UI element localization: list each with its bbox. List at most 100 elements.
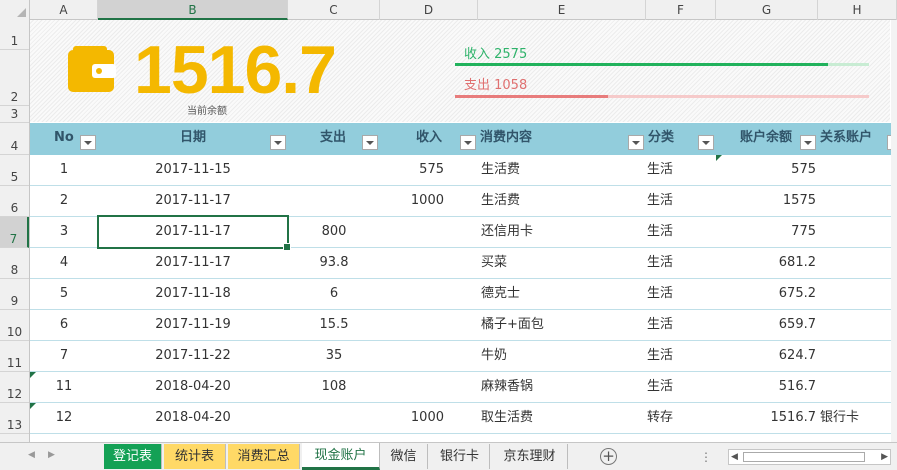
row-header-13[interactable]: 13 (0, 403, 29, 434)
cell-income[interactable]: 1000 (380, 403, 444, 433)
tab-splitter-icon[interactable]: ⋮ (700, 450, 713, 464)
cell-expense[interactable]: 15.5 (288, 310, 380, 340)
filter-dropdown-icon[interactable] (80, 135, 96, 150)
col-header-f[interactable]: F (646, 0, 716, 20)
select-all-corner[interactable] (0, 0, 30, 20)
filter-dropdown-icon[interactable] (698, 135, 714, 150)
tab-xianjinzhanghu[interactable]: 现金账户 (302, 443, 380, 470)
cell-expense[interactable]: 108 (288, 372, 380, 402)
cell-content[interactable]: 牛奶 (481, 341, 641, 371)
horizontal-scrollbar[interactable]: ◀ ▶ (728, 449, 891, 465)
tab-jingdonglicai[interactable]: 京东理财 (492, 444, 568, 469)
cell-category[interactable]: 生活 (635, 155, 685, 185)
cell-balance[interactable]: 575 (720, 155, 816, 185)
filter-dropdown-icon[interactable] (800, 135, 816, 150)
col-header-c[interactable]: C (288, 0, 380, 20)
cell-content[interactable]: 生活费 (481, 155, 641, 185)
row-header-6[interactable]: 6 (0, 186, 29, 217)
col-header-g[interactable]: G (716, 0, 818, 20)
cell-account[interactable] (820, 217, 890, 247)
tab-yinhangka[interactable]: 银行卡 (430, 444, 490, 469)
cell-content[interactable]: 还信用卡 (481, 217, 641, 247)
cell-income[interactable]: 575 (380, 155, 444, 185)
row-header-8[interactable]: 8 (0, 248, 29, 279)
row-header-7[interactable]: 7 (0, 217, 29, 248)
cell-account[interactable] (820, 310, 890, 340)
tab-weixin[interactable]: 微信 (380, 444, 428, 469)
cell-content[interactable]: 取生活费 (481, 403, 641, 433)
filter-dropdown-icon[interactable] (270, 135, 286, 150)
scroll-thumb[interactable] (743, 452, 865, 462)
cell-date[interactable]: 2017-11-22 (98, 341, 288, 371)
cell-balance[interactable]: 1516.7 (720, 403, 817, 433)
vertical-scrollbar[interactable] (891, 20, 897, 442)
cell-income[interactable]: 1000 (380, 186, 444, 216)
cell-category[interactable]: 生活 (635, 310, 685, 340)
cell-category[interactable]: 生活 (635, 341, 685, 371)
row-header-5[interactable]: 5 (0, 155, 29, 186)
cell-category[interactable]: 生活 (635, 279, 685, 309)
cell-expense[interactable]: 93.8 (288, 248, 380, 278)
cell-date[interactable]: 2017-11-19 (98, 310, 288, 340)
cell-income[interactable] (380, 310, 444, 340)
cell-expense[interactable]: 6 (288, 279, 380, 309)
cell-date[interactable]: 2017-11-17 (98, 186, 288, 216)
cell-balance[interactable]: 675.2 (720, 279, 816, 309)
cell-date[interactable]: 2018-04-20 (98, 403, 288, 433)
cell-no[interactable]: 11 (30, 372, 98, 402)
row-header-11[interactable]: 11 (0, 341, 29, 372)
cell-category[interactable]: 生活 (635, 248, 685, 278)
row-header-2[interactable]: 2 (0, 50, 29, 106)
col-header-b[interactable]: B (98, 0, 288, 20)
cell-income[interactable] (380, 372, 444, 402)
cell-account[interactable] (820, 186, 890, 216)
cell-date[interactable]: 2018-04-20 (98, 372, 288, 402)
filter-dropdown-icon[interactable] (362, 135, 378, 150)
filter-dropdown-icon[interactable] (460, 135, 476, 150)
tab-xiaofeihuizong[interactable]: 消费汇总 (228, 444, 300, 469)
cell-expense[interactable] (288, 155, 380, 185)
cell-income[interactable] (380, 217, 444, 247)
cell-no[interactable]: 12 (30, 403, 98, 433)
cell-no[interactable]: 1 (30, 155, 98, 185)
cell-account[interactable] (820, 155, 890, 185)
cell-no[interactable]: 2 (30, 186, 98, 216)
tab-dengjibiao[interactable]: 登记表 (104, 444, 162, 469)
cell-account[interactable] (820, 248, 890, 278)
cell-no[interactable]: 4 (30, 248, 98, 278)
scroll-right-icon[interactable]: ▶ (881, 452, 888, 462)
cell-category[interactable]: 生活 (635, 217, 685, 247)
cell-expense[interactable] (288, 186, 380, 216)
plus-circle-icon[interactable]: + (600, 448, 617, 465)
col-header-d[interactable]: D (380, 0, 478, 20)
cell-balance[interactable]: 681.2 (720, 248, 816, 278)
cell-account[interactable] (820, 279, 890, 309)
cell-category[interactable]: 转存 (635, 403, 685, 433)
cell-expense[interactable]: 800 (288, 217, 380, 247)
cell-content[interactable]: 买菜 (481, 248, 641, 278)
cell-no[interactable]: 6 (30, 310, 98, 340)
cell-expense[interactable] (288, 403, 380, 433)
cell-no[interactable]: 3 (30, 217, 98, 247)
cell-content[interactable]: 德克士 (481, 279, 641, 309)
cell-date[interactable]: 2017-11-15 (98, 155, 288, 185)
scroll-left-icon[interactable]: ◀ (731, 452, 738, 462)
cell-income[interactable] (380, 279, 444, 309)
cell-no[interactable]: 7 (30, 341, 98, 371)
cell-no[interactable]: 5 (30, 279, 98, 309)
tab-scroll-right-icon[interactable]: ▶ (48, 450, 55, 460)
cell-income[interactable] (380, 248, 444, 278)
cell-content[interactable]: 麻辣香锅 (481, 372, 641, 402)
filter-dropdown-icon[interactable] (628, 135, 644, 150)
cell-income[interactable] (380, 341, 444, 371)
cell-account[interactable] (820, 372, 890, 402)
col-header-e[interactable]: E (478, 0, 646, 20)
cell-balance[interactable]: 775 (720, 217, 816, 247)
tab-tongjibiao[interactable]: 统计表 (164, 444, 226, 469)
cell-expense[interactable]: 35 (288, 341, 380, 371)
cell-date[interactable]: 2017-11-17 (98, 248, 288, 278)
row-header-10[interactable]: 10 (0, 310, 29, 341)
cell-balance[interactable]: 516.7 (720, 372, 816, 402)
selected-cell-b7[interactable] (97, 215, 291, 251)
cell-category[interactable]: 生活 (635, 372, 685, 402)
